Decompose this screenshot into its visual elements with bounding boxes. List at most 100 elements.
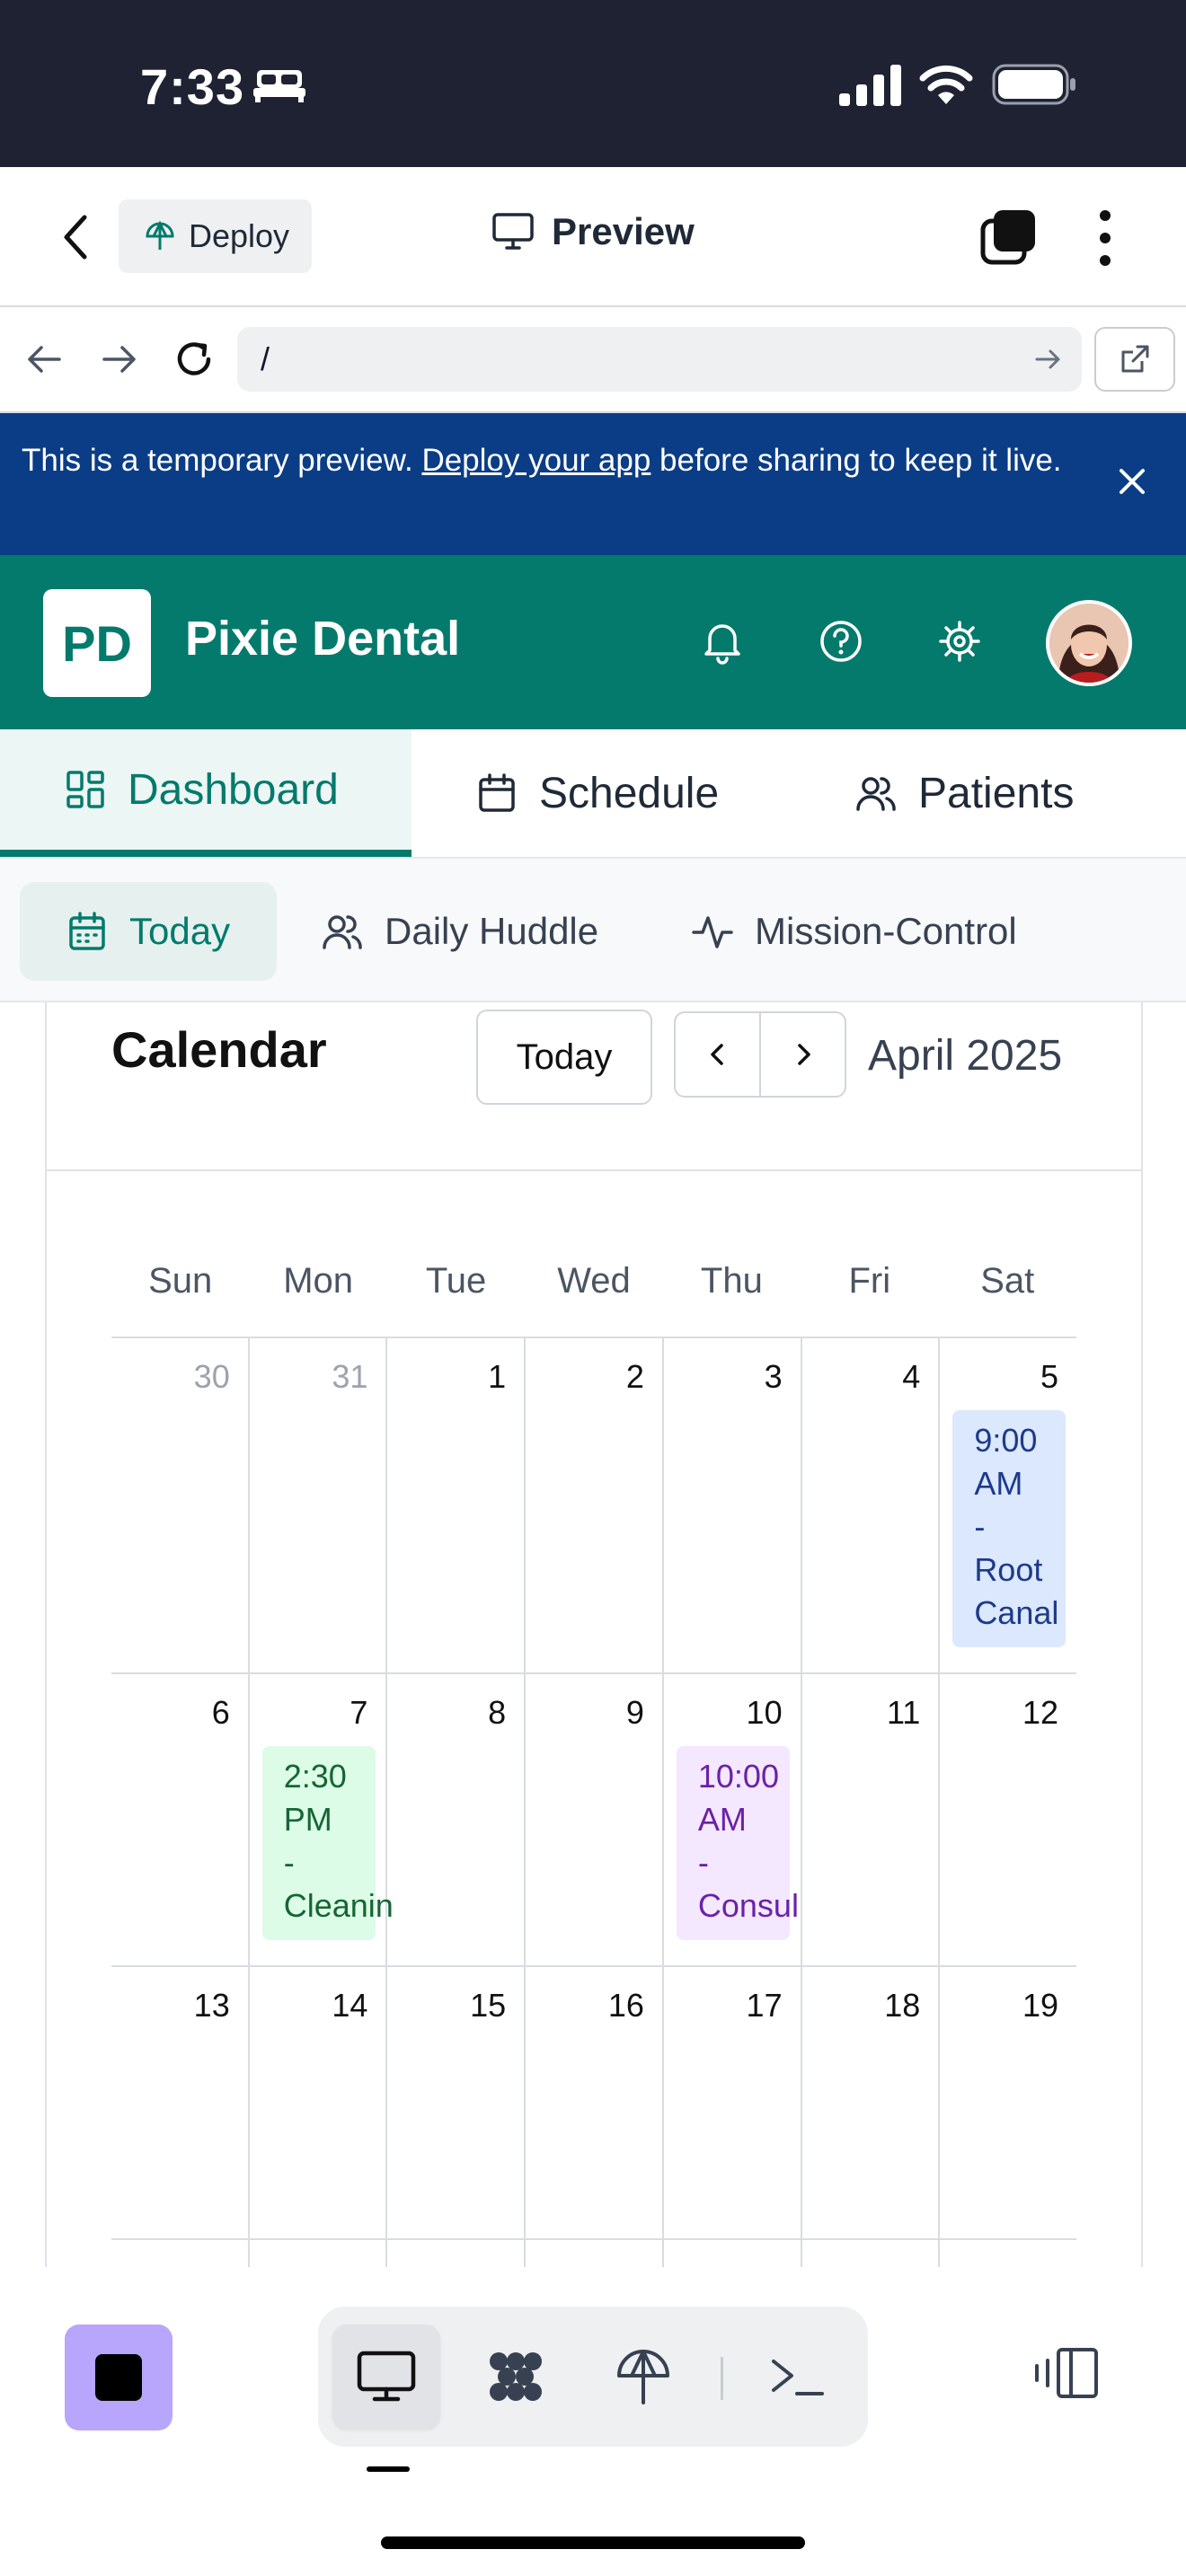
day-cell[interactable]: 30 [111,1338,250,1672]
week-row: 30 31 1 2 3 4 5 9:00 AM - Root Canal [111,1338,1076,1674]
week-row: 6 7 2:30 PM - Cleanin 8 9 10 10:00 AM - … [111,1674,1076,1967]
terminal-tool-button[interactable] [744,2325,852,2429]
home-indicator [381,2536,805,2549]
avatar-image [1049,604,1128,683]
deploy-app-link[interactable]: Deploy your app [421,443,651,478]
day-number: 4 [902,1358,921,1395]
panel-toggle-icon[interactable] [1033,2346,1100,2400]
day-number: 19 [1022,1987,1059,2024]
day-cell[interactable]: 12 [940,1674,1076,1965]
url-input[interactable]: / [237,327,1082,392]
wifi-icon [919,65,973,104]
subtab-daily-huddle[interactable]: Daily Huddle [322,882,598,981]
preview-toolbar: Deploy Preview [0,167,1186,307]
calendar-card: Calendar Today April 2025 Sun Mon Tue We… [45,1002,1143,2294]
secondary-nav: Today Daily Huddle Mission-Control [0,859,1186,1002]
tab-schedule-label: Schedule [539,769,720,817]
stop-button[interactable] [65,2325,173,2430]
close-icon[interactable] [1114,463,1150,499]
calendar-icon [69,912,105,950]
day-cell[interactable]: 9 [526,1674,664,1965]
appointment-event[interactable]: 10:00 AM - Consul [676,1746,799,1940]
day-cell[interactable]: 1 [387,1338,527,1672]
chevron-left-icon [710,1044,723,1065]
subtab-today[interactable]: Today [20,882,277,981]
month-label: April 2025 [868,1032,1063,1080]
day-number: 9 [625,1694,644,1731]
preview-tool-button[interactable] [332,2325,440,2429]
day-cell[interactable]: 15 [387,1967,527,2238]
day-cell[interactable]: 5 9:00 AM - Root Canal [940,1338,1076,1672]
today-button[interactable]: Today [476,1010,652,1105]
day-cell[interactable]: 17 [664,1967,802,2238]
url-text: / [261,340,270,377]
subtab-mission-control[interactable]: Mission-Control [692,882,1017,981]
banner-text-before: This is a temporary preview. [22,443,422,478]
weekday-label: Tue [425,1261,487,1301]
gear-icon[interactable] [934,616,985,666]
day-cell[interactable]: 31 [250,1338,388,1672]
users-icon [856,777,896,811]
back-icon[interactable] [54,212,99,262]
deploy-button[interactable]: Deploy [119,199,312,273]
day-number: 30 [193,1358,230,1395]
day-cell[interactable]: 13 [111,1967,250,2238]
prev-month-button[interactable] [676,1013,761,1096]
day-cell[interactable]: 10 10:00 AM - Consul [664,1674,802,1965]
weekday-label: Wed [557,1261,631,1301]
day-cell[interactable]: 8 [387,1674,527,1965]
tab-patients[interactable]: Patients [855,729,1074,857]
day-cell[interactable]: 19 [940,1967,1076,2238]
browser-forward-icon[interactable] [95,336,142,383]
day-cell[interactable]: 6 [111,1674,250,1965]
day-number: 10 [746,1694,783,1731]
appointment-event[interactable]: 2:30 PM - Cleanin [261,1746,394,1940]
browser-back-icon[interactable] [22,336,68,383]
weekday-label: Fri [848,1261,891,1301]
weekday-label: Sun [148,1261,213,1301]
reload-icon[interactable] [171,336,217,383]
app-logo[interactable]: PD [43,589,151,697]
dashboard-icon [66,771,104,808]
day-cell[interactable]: 3 [664,1338,802,1672]
go-arrow-icon[interactable] [1033,345,1062,374]
day-cell[interactable]: 11 [802,1674,941,1965]
deploy-tool-button[interactable] [589,2325,697,2429]
day-number: 18 [884,1987,921,2024]
app-header: PD Pixie Dental [0,555,1186,729]
deploy-label: Deploy [189,217,290,254]
open-external-button[interactable] [1094,327,1175,392]
banner-text-after: before sharing to keep it live. [651,443,1062,478]
chevron-right-icon [797,1044,810,1065]
preview-icon [357,2351,416,2402]
day-cell[interactable]: 14 [250,1967,388,2238]
day-cell[interactable]: 18 [802,1967,941,2238]
status-bar: 7:33 [0,0,1186,167]
url-bar: / [0,307,1186,413]
tab-schedule[interactable]: Schedule [476,729,719,857]
day-number: 13 [193,1987,230,2024]
day-number: 5 [1040,1358,1059,1395]
day-cell[interactable]: 4 [802,1338,941,1672]
day-number: 2 [625,1358,644,1395]
stop-icon [95,2354,142,2401]
day-number: 15 [470,1987,507,2024]
tab-dashboard[interactable]: Dashboard [0,729,412,857]
more-options-icon[interactable] [1089,207,1121,269]
terminal-icon [772,2360,824,2395]
tab-dashboard-label: Dashboard [128,765,339,814]
user-avatar[interactable] [1046,600,1132,686]
day-cell[interactable]: 2 [526,1338,664,1672]
day-cell[interactable]: 16 [526,1967,664,2238]
cellular-signal-icon [839,65,901,106]
next-month-button[interactable] [761,1013,845,1096]
day-cell[interactable]: 7 2:30 PM - Cleanin [250,1674,394,1965]
month-nav [674,1011,846,1098]
bell-icon[interactable] [697,616,748,666]
appointment-event[interactable]: 9:00 AM - Root Canal [952,1410,1067,1647]
tabs-icon[interactable] [979,208,1039,268]
help-icon[interactable] [816,616,866,666]
workspace-tool-button[interactable] [462,2325,570,2429]
week-row: 13 14 15 16 17 18 19 [111,1967,1076,2240]
monitor-icon [492,213,534,250]
